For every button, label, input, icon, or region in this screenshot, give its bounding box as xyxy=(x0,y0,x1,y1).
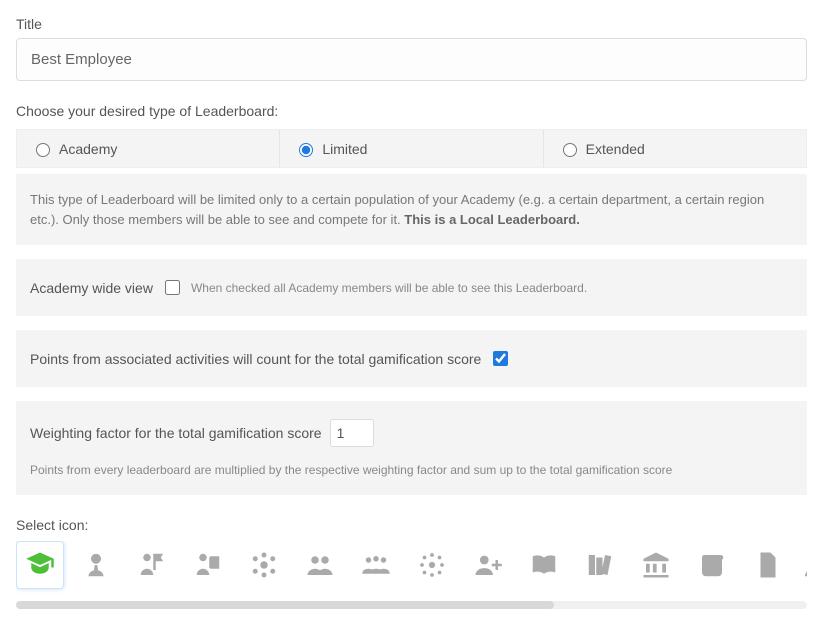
type-option-extended[interactable]: Extended xyxy=(544,130,806,167)
document-icon[interactable] xyxy=(744,541,792,589)
group-three-icon[interactable] xyxy=(296,541,344,589)
type-option-limited[interactable]: Limited xyxy=(280,130,543,167)
type-option-label: Academy xyxy=(59,141,117,157)
weighting-label: Weighting factor for the total gamificat… xyxy=(30,425,322,441)
icon-scrollbar[interactable] xyxy=(16,601,807,609)
academy-wide-row: Academy wide view When checked all Acade… xyxy=(16,259,807,316)
person-plus-icon[interactable] xyxy=(464,541,512,589)
icon-scrollbar-thumb[interactable] xyxy=(16,601,554,609)
title-input[interactable] xyxy=(16,38,807,81)
type-option-label: Limited xyxy=(322,141,367,157)
type-option-academy[interactable]: Academy xyxy=(17,130,280,167)
type-radio-academy[interactable] xyxy=(36,143,50,157)
academy-wide-checkbox[interactable] xyxy=(165,280,180,295)
open-book-icon[interactable] xyxy=(520,541,568,589)
person-flag-icon[interactable] xyxy=(128,541,176,589)
type-radio-limited[interactable] xyxy=(299,143,313,157)
person-tie-icon[interactable] xyxy=(72,541,120,589)
weighting-hint: Points from every leaderboard are multip… xyxy=(30,463,793,477)
icon-picker-row xyxy=(16,541,807,599)
academy-wide-label: Academy wide view xyxy=(30,280,153,296)
weighting-input[interactable] xyxy=(330,419,374,447)
type-description-bold: This is a Local Leaderboard. xyxy=(404,212,580,227)
group-dots-icon[interactable] xyxy=(240,541,288,589)
title-label: Title xyxy=(16,16,807,32)
points-count-checkbox[interactable] xyxy=(493,351,508,366)
type-description: This type of Leaderboard will be limited… xyxy=(16,174,807,245)
type-radio-group: Academy Limited Extended xyxy=(16,129,807,168)
icon-picker-label: Select icon: xyxy=(16,517,807,533)
academy-wide-hint: When checked all Academy members will be… xyxy=(191,281,587,295)
type-radio-extended[interactable] xyxy=(563,143,577,157)
points-count-row: Points from associated activities will c… xyxy=(16,330,807,387)
type-description-text: This type of Leaderboard will be limited… xyxy=(30,192,764,227)
type-label: Choose your desired type of Leaderboard: xyxy=(16,103,807,119)
books-icon[interactable] xyxy=(576,541,624,589)
scroll-icon[interactable] xyxy=(688,541,736,589)
person-book-icon[interactable] xyxy=(184,541,232,589)
sparkle-group-icon[interactable] xyxy=(408,541,456,589)
crowd-icon[interactable] xyxy=(352,541,400,589)
bank-icon[interactable] xyxy=(632,541,680,589)
weighting-row: Weighting factor for the total gamificat… xyxy=(16,401,807,495)
points-count-label: Points from associated activities will c… xyxy=(30,351,481,367)
person-icon[interactable] xyxy=(800,541,807,589)
graduate-icon[interactable] xyxy=(16,541,64,589)
type-option-label: Extended xyxy=(586,141,645,157)
